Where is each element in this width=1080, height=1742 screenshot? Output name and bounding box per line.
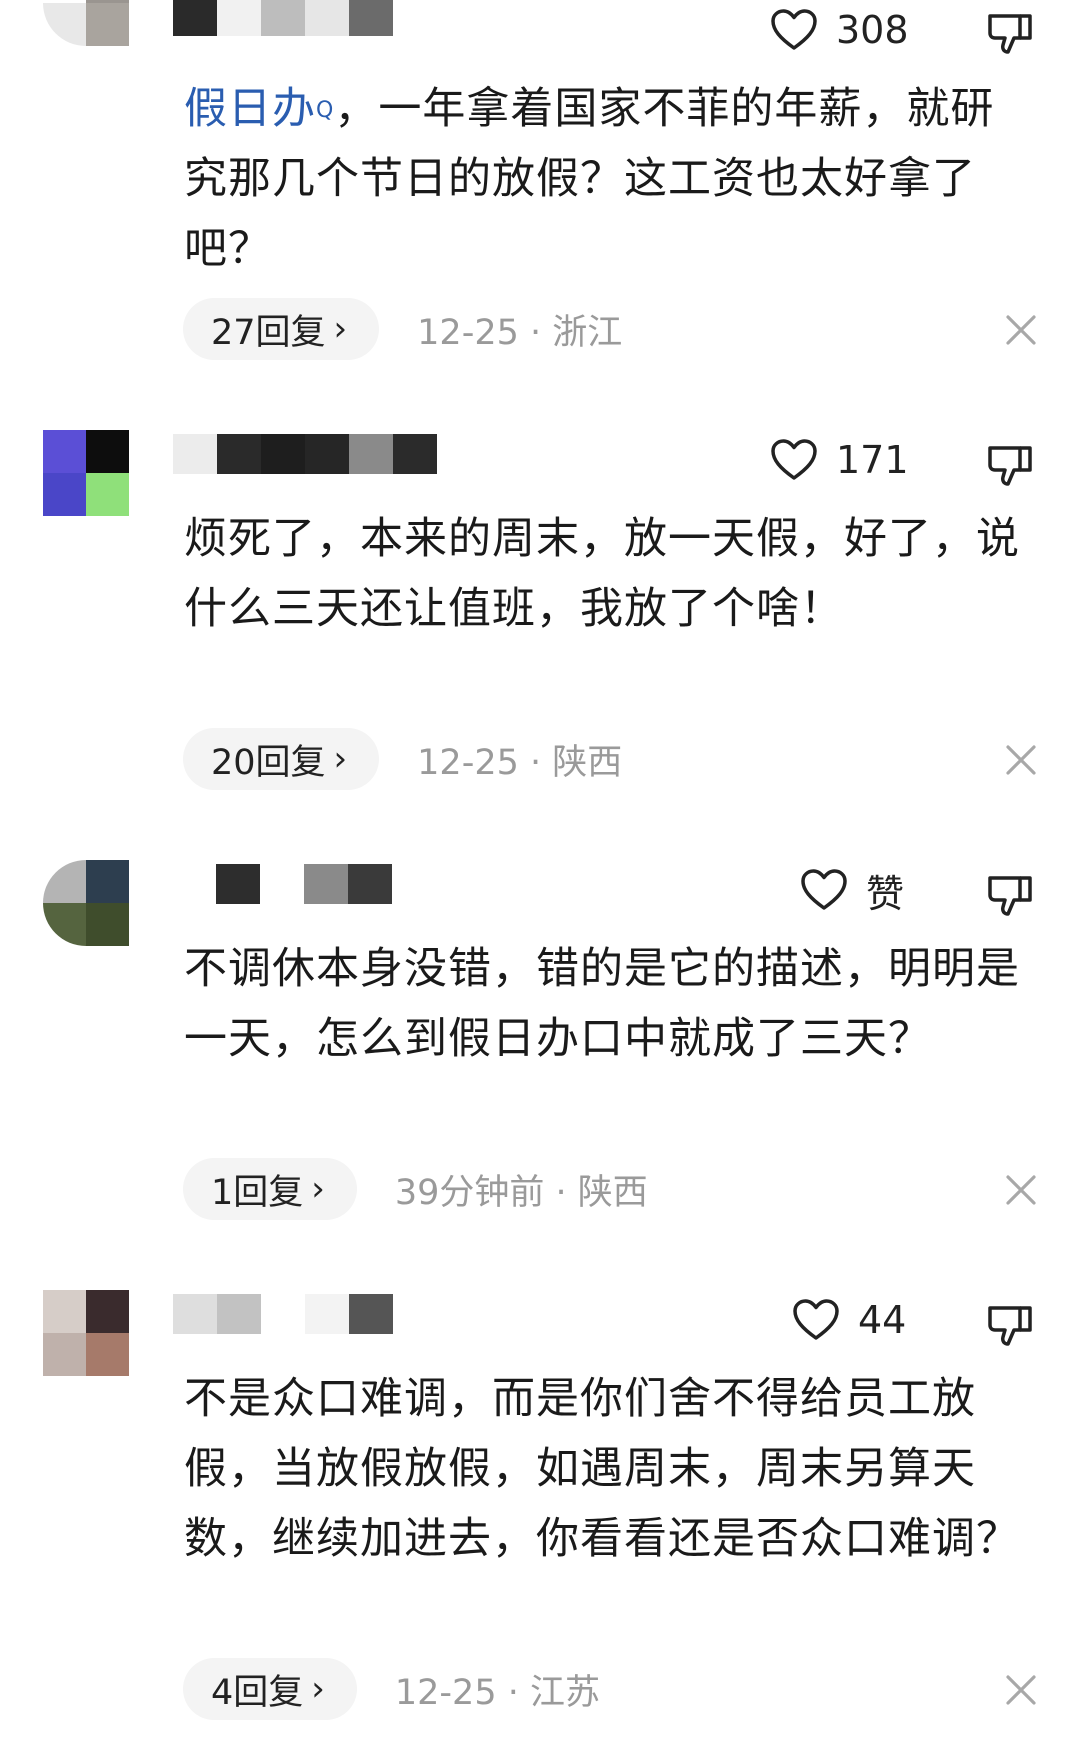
avatar-pixel [86, 430, 129, 473]
avatar[interactable] [43, 1290, 129, 1376]
thumbs-down-icon[interactable] [986, 8, 1034, 58]
replies-button[interactable]: 20回复 › [183, 728, 380, 790]
like-count: 308 [836, 8, 909, 52]
hashtag-link[interactable]: 假日办Q [184, 84, 334, 134]
like-button[interactable]: 308 [770, 6, 909, 54]
chevron-right-icon: › [333, 309, 348, 349]
comment-text: 烦死了，本来的周末，放一天假，好了，说什么三天还让值班，我放了个啥！ [184, 514, 1020, 634]
like-button[interactable]: 171 [770, 436, 909, 484]
avatar-pixel [43, 473, 86, 516]
username-redacted[interactable] [173, 0, 393, 36]
heart-icon [793, 1299, 839, 1340]
comment-text: 不调休本身没错，错的是它的描述，明明是一天，怎么到假日办口中就成了三天？ [184, 944, 1020, 1064]
like-button[interactable]: 44 [792, 1296, 906, 1344]
timestamp-location: 12-25 · 浙江 [417, 312, 623, 353]
replies-label: 4回复 [211, 1672, 304, 1713]
replies-label: 1回复 [211, 1172, 304, 1213]
chevron-right-icon: › [333, 739, 348, 779]
close-icon[interactable] [1002, 741, 1040, 779]
thumbs-down-icon[interactable] [986, 440, 1034, 490]
avatar-pixel [43, 1290, 86, 1333]
timestamp-location: 12-25 · 江苏 [394, 1672, 600, 1713]
close-icon[interactable] [1002, 1171, 1040, 1209]
close-icon[interactable] [1002, 1671, 1040, 1709]
replies-label: 20回复 [211, 742, 326, 783]
thumbs-down-icon[interactable] [986, 870, 1034, 920]
username-redacted[interactable] [216, 864, 392, 904]
replies-button[interactable]: 4回复 › [183, 1658, 357, 1720]
heart-icon [801, 869, 847, 910]
avatar[interactable] [43, 860, 129, 946]
comment-text: 不是众口难调，而是你们舍不得给员工放假，当放假放假，如遇周末，周末另算天数，继续… [184, 1374, 1020, 1564]
chevron-right-icon: › [311, 1669, 325, 1709]
replies-label: 27回复 [211, 312, 326, 353]
like-count: 44 [858, 1298, 907, 1342]
like-button[interactable]: 赞 [800, 866, 904, 916]
avatar-pixel [86, 860, 129, 903]
avatar-pixel [86, 1290, 129, 1333]
avatar-pixel [43, 430, 86, 473]
comment-footer: 20回复 › 12-25 · 陕西 [183, 726, 622, 792]
replies-button[interactable]: 1回复 › [183, 1158, 357, 1220]
like-label: 赞 [866, 871, 905, 916]
search-icon: Q [316, 98, 335, 123]
comment-footer: 27回复 › 12-25 · 浙江 [183, 296, 622, 362]
heart-icon [771, 9, 817, 50]
avatar-pixel [86, 473, 129, 516]
avatar-pixel [43, 3, 86, 46]
username-redacted[interactable] [173, 1294, 393, 1334]
avatar[interactable] [43, 0, 129, 46]
chevron-right-icon: › [311, 1169, 325, 1209]
replies-button[interactable]: 27回复 › [183, 298, 380, 360]
avatar-pixel [43, 860, 86, 903]
comment-text: 假日办Q，一年拿着国家不菲的年薪，就研究那几个节日的放假？这工资也太好拿了吧？ [184, 84, 995, 274]
heart-icon [771, 439, 817, 480]
avatar[interactable] [43, 430, 129, 516]
timestamp-location: 39分钟前 · 陕西 [394, 1172, 648, 1213]
comment-footer: 4回复 › 12-25 · 江苏 [183, 1656, 600, 1722]
avatar-pixel [43, 903, 86, 946]
like-count: 171 [836, 438, 909, 482]
username-redacted[interactable] [173, 434, 437, 474]
close-icon[interactable] [1002, 311, 1040, 349]
avatar-pixel [86, 903, 129, 946]
timestamp-location: 12-25 · 陕西 [417, 742, 623, 783]
avatar-pixel [86, 1333, 129, 1376]
thumbs-down-icon[interactable] [986, 1300, 1034, 1350]
avatar-pixel [43, 1333, 86, 1376]
comment-footer: 1回复 › 39分钟前 · 陕西 [183, 1156, 648, 1222]
avatar-pixel [86, 3, 129, 46]
